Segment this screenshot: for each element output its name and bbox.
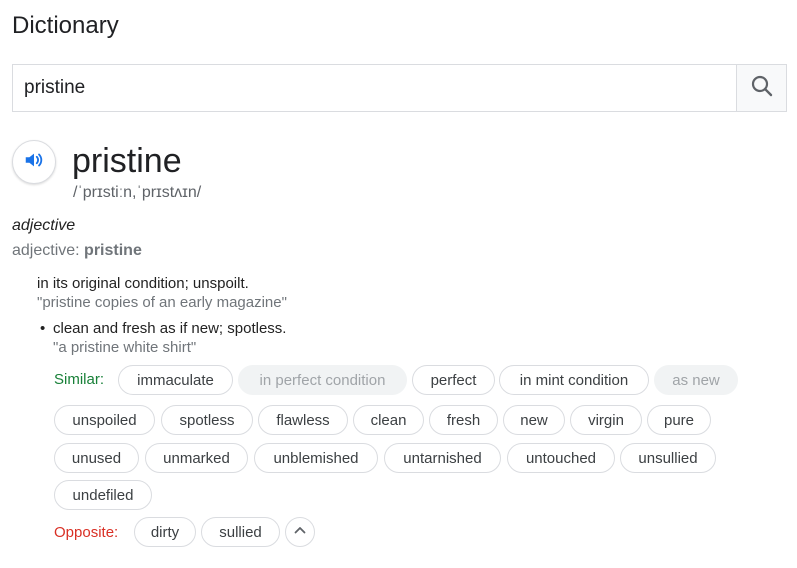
similar-chip[interactable]: spotless <box>161 405 253 435</box>
similar-chip[interactable]: immaculate <box>118 365 233 395</box>
similar-chip[interactable]: unsullied <box>620 443 716 473</box>
similar-label: Similar: <box>54 371 105 388</box>
search-input[interactable]: pristine <box>12 64 736 112</box>
similar-chip[interactable]: clean <box>353 405 424 435</box>
similar-chip[interactable]: unmarked <box>145 443 248 473</box>
similar-chip[interactable]: new <box>503 405 565 435</box>
part-of-speech: adjective <box>12 217 76 234</box>
similar-chip[interactable]: in mint condition <box>499 365 649 395</box>
example-1: "pristine copies of an early magazine" <box>37 294 287 311</box>
similar-chip[interactable]: flawless <box>258 405 348 435</box>
sense-bullet: • <box>40 320 46 337</box>
collapse-button[interactable] <box>285 517 315 547</box>
similar-chip[interactable]: virgin <box>570 405 642 435</box>
similar-chip[interactable]: untarnished <box>384 443 501 473</box>
search-icon <box>750 74 774 103</box>
pos-line-prefix: adjective: <box>12 242 85 259</box>
similar-chip[interactable]: untouched <box>507 443 615 473</box>
search-input-value: pristine <box>24 77 86 98</box>
opposite-chip[interactable]: sullied <box>201 517 280 547</box>
definition-1: in its original condition; unspoilt. <box>37 275 249 292</box>
example-2: "a pristine white shirt" <box>53 339 197 356</box>
headword: pristine <box>72 142 182 180</box>
chevron-up-icon <box>293 523 307 542</box>
opposite-label: Opposite: <box>54 524 119 541</box>
similar-chip[interactable]: unspoiled <box>54 405 155 435</box>
similar-chip[interactable]: unblemished <box>254 443 378 473</box>
similar-chip[interactable]: fresh <box>429 405 498 435</box>
similar-chip-muted: in perfect condition <box>238 365 407 395</box>
page-title: Dictionary <box>12 12 119 39</box>
phonetic: /ˈprɪstiːn,ˈprɪstʌɪn/ <box>73 184 202 201</box>
speaker-icon <box>23 149 45 176</box>
similar-chip[interactable]: pure <box>647 405 711 435</box>
opposite-chip[interactable]: dirty <box>134 517 196 547</box>
pos-line-word: pristine <box>84 242 142 259</box>
similar-chip[interactable]: perfect <box>412 365 495 395</box>
similar-chip[interactable]: unused <box>54 443 139 473</box>
pos-line: adjective: pristine <box>12 242 142 260</box>
definition-2: clean and fresh as if new; spotless. <box>53 320 287 337</box>
similar-chip-muted: as new <box>654 365 738 395</box>
search-button[interactable] <box>736 64 787 112</box>
similar-chip[interactable]: undefiled <box>54 480 152 510</box>
pronunciation-button[interactable] <box>12 140 56 184</box>
